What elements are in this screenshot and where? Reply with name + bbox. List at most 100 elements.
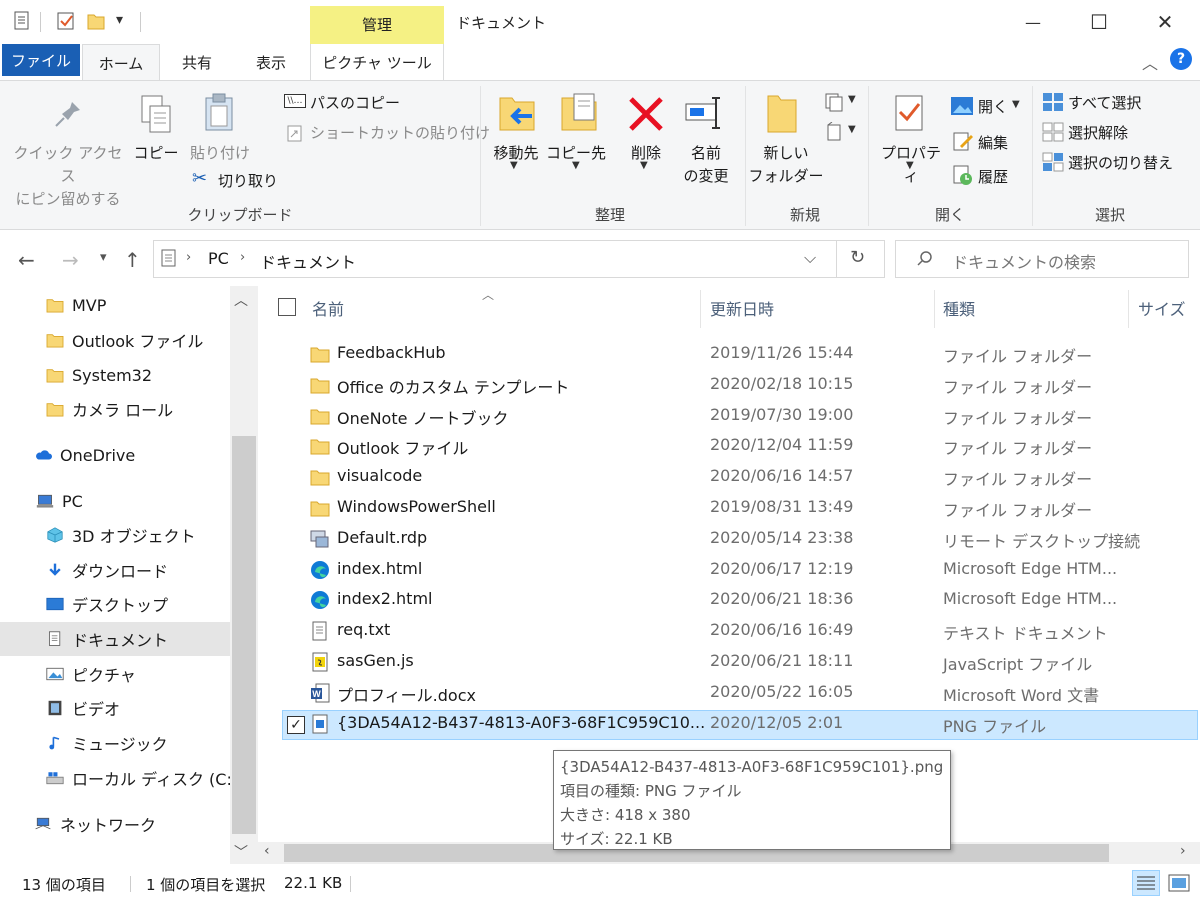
file-date: 2019/11/26 15:44 [710,343,854,362]
collapse-ribbon-icon[interactable]: ︿ [1142,50,1158,74]
svg-text:W: W [312,689,321,699]
nav-item[interactable]: デスクトップ [0,587,230,621]
pin-quick-access-button[interactable]: クイック アクセス にピン留めする [8,142,128,211]
recent-locations-icon[interactable]: ▾ [100,250,107,265]
maximize-button[interactable]: ☐ [1074,0,1124,44]
breadcrumb-chevron-icon[interactable]: › [186,250,191,265]
close-button[interactable]: ✕ [1140,0,1190,44]
select-none-button[interactable]: 選択解除 [1068,122,1128,143]
new-folder-quick-icon[interactable] [86,10,106,32]
properties-dropdown-icon[interactable]: ▼ [906,160,914,171]
nav-item[interactable]: ミュージック [0,726,230,760]
open-dropdown-icon[interactable]: ▼ [1012,99,1020,110]
nav-item-label: カメラ ロール [72,401,174,420]
up-arrow-icon[interactable]: ↑ [124,248,141,272]
invert-selection-button[interactable]: 選択の切り替え [1068,152,1173,173]
folder-icon [310,436,330,456]
large-icons-view-icon[interactable] [1166,872,1192,894]
tab-view[interactable]: 表示 [236,44,306,80]
move-to-dropdown-icon[interactable]: ▼ [510,160,518,171]
nav-item[interactable]: 3D オブジェクト [0,518,230,552]
select-all-button[interactable]: すべて選択 [1068,92,1141,113]
new-folder-button[interactable]: 新しい フォルダー [748,142,824,188]
history-button[interactable]: 履歴 [978,166,1008,187]
column-header-type[interactable]: 種類 [943,296,975,320]
details-view-icon[interactable] [1132,870,1160,896]
column-header-name[interactable]: 名前 [312,296,344,320]
new-item-icon[interactable] [824,92,846,112]
properties-quick-icon[interactable] [12,10,32,32]
nav-item[interactable]: ビデオ [0,691,230,725]
open-button[interactable]: 開く [978,96,1008,117]
folder-icon [310,344,330,364]
file-date: 2019/08/31 13:49 [710,497,854,516]
easy-access-icon[interactable] [824,122,846,142]
file-date: 2020/05/14 23:38 [710,528,854,547]
nav-scroll-down-icon[interactable]: ﹀ [234,842,248,862]
row-checkbox[interactable]: ✓ [287,716,305,734]
file-date: 2020/06/21 18:36 [710,589,854,608]
cut-button[interactable]: 切り取り [218,170,278,191]
select-all-checkbox[interactable] [278,298,296,316]
column-separator[interactable] [700,290,701,328]
nav-item[interactable]: カメラ ロール [0,392,230,426]
delete-dropdown-icon[interactable]: ▼ [640,160,648,171]
nav-item[interactable]: ネットワーク [0,807,230,841]
nav-item-label: PC [62,491,83,511]
nav-item[interactable]: System32 [0,358,230,392]
scroll-right-icon[interactable]: › [1180,843,1186,859]
tab-share[interactable]: 共有 [162,44,232,80]
qa-dropdown-icon[interactable]: ▾ [116,12,123,28]
paste-shortcut-button[interactable]: ショートカットの貼り付け [310,122,490,143]
tab-file[interactable]: ファイル [2,44,80,76]
scroll-left-icon[interactable]: ‹ [264,843,270,859]
breadcrumb-documents[interactable]: ドキュメント [260,249,356,273]
nav-item[interactable]: ドキュメント [0,622,230,656]
nav-item[interactable]: ピクチャ [0,657,230,691]
copy-to-dropdown-icon[interactable]: ▼ [572,160,580,171]
3d-objects-icon [46,527,64,543]
folder-icon [310,375,330,395]
drive-icon [46,770,64,786]
nav-scroll-up-icon[interactable]: ︿ [234,290,248,310]
address-history-dropdown-icon[interactable]: ⌵ [804,248,816,268]
file-date: 2020/06/16 14:57 [710,466,854,485]
copy-button[interactable]: コピー [132,142,180,165]
checkmark-quick-icon[interactable] [56,10,76,32]
nav-item[interactable]: MVP [0,288,230,322]
edit-button[interactable]: 編集 [978,132,1008,153]
refresh-icon[interactable]: ↻ [850,247,865,268]
column-separator[interactable] [934,290,935,328]
delete-icon [629,97,663,131]
ribbon-separator [480,86,481,226]
new-item-dropdown-icon[interactable]: ▼ [848,94,856,105]
ribbon-separator [1032,86,1033,226]
breadcrumb-chevron-icon[interactable]: › [240,250,245,265]
open-group-label: 開く [934,206,965,224]
column-separator[interactable] [1128,290,1129,328]
nav-item[interactable]: PC [0,484,230,518]
network-icon [34,816,52,832]
column-header-size[interactable]: サイズ [1138,296,1186,320]
breadcrumb-pc[interactable]: PC [208,249,229,268]
back-arrow-icon[interactable]: ← [18,248,35,272]
nav-scroll-thumb[interactable] [232,436,256,834]
nav-item[interactable]: OneDrive [0,438,230,472]
help-icon[interactable]: ? [1170,48,1192,70]
minimize-button[interactable]: — [1008,0,1058,44]
paste-button[interactable]: 貼り付け [186,142,254,165]
column-header-date[interactable]: 更新日時 [710,296,774,320]
nav-item[interactable]: Outlook ファイル [0,323,230,357]
status-selected-size: 22.1 KB [284,874,343,892]
file-name: Default.rdp [337,528,428,547]
tab-picture-tools[interactable]: ピクチャ ツール [310,44,444,80]
tab-home[interactable]: ホーム [82,44,160,81]
easy-access-dropdown-icon[interactable]: ▼ [848,124,856,135]
forward-arrow-icon[interactable]: → [62,248,79,272]
nav-item[interactable]: ローカル ディスク (C:) [0,761,238,795]
rename-button[interactable]: 名前 の変更 [676,142,736,188]
file-type: ファイル フォルダー [943,347,1093,366]
pin-label-line2: にピン留めする [15,190,121,208]
copy-path-button[interactable]: パスのコピー [310,92,400,113]
nav-item[interactable]: ダウンロード [0,553,230,587]
